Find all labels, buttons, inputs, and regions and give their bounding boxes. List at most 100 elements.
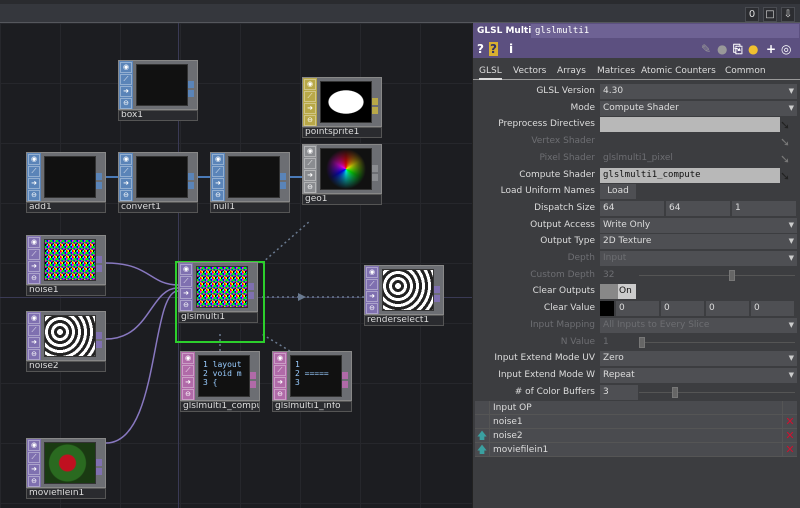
tab-glsl[interactable]: GLSL [479,66,502,80]
bypass-flag-icon[interactable]: ⟋ [274,365,286,376]
bypass-flag-icon[interactable]: ⟋ [28,452,40,463]
viewer-flag-icon[interactable]: ◉ [304,79,316,90]
viewer-flag-icon[interactable]: ◉ [28,313,40,324]
node-noise1[interactable]: ◉ ⟋ ➜ ⊖ noise1 [26,235,106,297]
lock-flag-icon[interactable]: ⊖ [120,190,132,201]
output-connector[interactable] [96,459,102,466]
add-icon[interactable]: + [766,42,776,56]
param-value-field[interactable]: 3 [600,384,638,400]
lock-flag-icon[interactable]: ⊖ [274,389,286,400]
bypass-flag-icon[interactable]: ⟋ [120,74,132,85]
bypass-flag-icon[interactable]: ⟋ [180,276,192,287]
viewer-flag-icon[interactable]: ◉ [274,353,286,364]
edit-arrow-icon[interactable]: ➘ [780,152,790,166]
node-label[interactable]: noise2 [26,361,106,372]
tab-atomic-counters[interactable]: Atomic Counters [641,66,716,76]
output-connector[interactable] [96,341,102,348]
node-glslmulti1_info[interactable]: ◉ ⟋ ➜ ⊖ 1 2 ===== 3 glslmulti1_info [272,351,352,413]
node-label[interactable]: glslmulti1 [178,312,258,323]
output-connector[interactable] [96,173,102,180]
bypass-flag-icon[interactable]: ⟋ [28,325,40,336]
output-connector[interactable] [280,173,286,180]
tab-common[interactable]: Common [725,66,766,76]
lock-flag-icon[interactable]: ⊖ [28,190,40,201]
display-flag-icon[interactable]: ➜ [304,103,316,114]
display-flag-icon[interactable]: ➜ [28,261,40,272]
display-flag-icon[interactable]: ➜ [180,288,192,299]
output-connector[interactable] [96,468,102,475]
node-label[interactable]: convert1 [118,202,198,213]
bypass-flag-icon[interactable]: ⟋ [182,365,194,376]
node-glslmulti1_compute[interactable]: ◉⟋➜⊖1 layout2 void m3 {glslmulti1_comput… [180,351,260,413]
param-value-field[interactable]: 64 [666,200,730,216]
node-glslmulti1[interactable]: ◉ ⟋ ➜ ⊖ glslmulti1 [178,262,258,324]
load-button[interactable]: Load [600,184,636,200]
toolbar-button-0[interactable]: 0 [745,7,759,22]
viewer-flag-icon[interactable]: ◉ [304,146,316,157]
lock-flag-icon[interactable]: ⊖ [180,300,192,311]
lock-flag-icon[interactable]: ⊖ [212,190,224,201]
toolbar-button-window[interactable]: □ [763,7,777,22]
output-connector[interactable] [372,165,378,172]
output-connector[interactable] [96,265,102,272]
output-connector[interactable] [188,81,194,88]
target-icon[interactable]: ◎ [781,42,791,56]
bypass-flag-icon[interactable]: ⟋ [366,279,378,290]
node-renderselect1[interactable]: ◉ ⟋ ➜ ⊖ renderselect1 [364,265,444,327]
move-up-icon[interactable]: 🡅 [475,429,490,443]
display-flag-icon[interactable]: ➜ [28,337,40,348]
param-menu[interactable]: 4.30 ▼ [600,84,797,99]
node-noise2[interactable]: ◉ ⟋ ➜ ⊖ noise2 [26,311,106,373]
node-pointsprite1[interactable]: ◉ ⟋ ➜ ⊖ pointsprite1 [302,77,382,139]
node-label[interactable]: null1 [210,202,290,213]
slider-knob[interactable] [672,386,678,398]
param-menu[interactable]: Compute Shader ▼ [600,100,797,116]
bypass-flag-icon[interactable]: ⟋ [212,166,224,177]
lock-flag-icon[interactable]: ⊖ [182,389,194,400]
lock-flag-icon[interactable]: ⊖ [304,182,316,193]
output-connector[interactable] [342,372,348,379]
node-geo1[interactable]: ◉ ⟋ ➜ ⊖ geo1 [302,144,382,206]
display-flag-icon[interactable]: ➜ [120,178,132,189]
lock-flag-icon[interactable]: ⊖ [28,476,40,487]
output-connector[interactable] [372,174,378,181]
display-flag-icon[interactable]: ➜ [28,464,40,475]
bypass-flag-icon[interactable]: ⟋ [28,166,40,177]
display-flag-icon[interactable]: ➜ [120,86,132,97]
output-connector[interactable] [188,90,194,97]
node-null1[interactable]: ◉ ⟋ ➜ ⊖ null1 [210,152,290,214]
param-value-field[interactable]: 0 [661,301,704,317]
output-connector[interactable] [372,107,378,114]
output-connector[interactable] [96,332,102,339]
lock-flag-icon[interactable]: ⊖ [366,303,378,314]
param-value-field[interactable]: 0 [616,301,659,317]
output-connector[interactable] [248,283,254,290]
viewer-flag-icon[interactable]: ◉ [120,62,132,73]
param-value-field[interactable]: 64 [600,200,664,216]
node-convert1[interactable]: ◉ ⟋ ➜ ⊖ convert1 [118,152,198,214]
color-swatch[interactable] [600,301,614,317]
node-label[interactable]: glslmulti1_compute [180,401,260,412]
info-icon[interactable]: i [509,42,513,56]
remove-icon[interactable]: ✕ [782,415,797,429]
input-op-name[interactable]: noise2 [493,431,523,441]
param-value-field[interactable]: 0 [706,301,749,317]
toolbar-button-down[interactable]: ⇩ [781,7,795,22]
bypass-flag-icon[interactable]: ⟋ [120,166,132,177]
edit-arrow-icon[interactable]: ➘ [780,135,790,149]
clear-outputs-toggle[interactable]: On [600,284,636,300]
edit-arrow-icon[interactable]: ➘ [780,169,790,183]
viewer-flag-icon[interactable]: ◉ [212,154,224,165]
display-flag-icon[interactable]: ➜ [304,170,316,181]
output-connector[interactable] [250,372,256,379]
param-menu[interactable]: 2D Texture ▼ [600,234,797,250]
node-label[interactable]: moviefilein1 [26,488,106,499]
copy-icon[interactable]: ⎘ [733,42,743,57]
param-menu[interactable]: Zero ▼ [600,351,797,367]
node-label[interactable]: box1 [118,110,198,121]
python-icon[interactable]: ● [748,42,758,56]
param-slider[interactable] [639,386,795,398]
node-label[interactable]: glslmulti1_info [272,401,352,412]
node-label[interactable]: renderselect1 [364,315,444,326]
bypass-flag-icon[interactable]: ⟋ [304,91,316,102]
